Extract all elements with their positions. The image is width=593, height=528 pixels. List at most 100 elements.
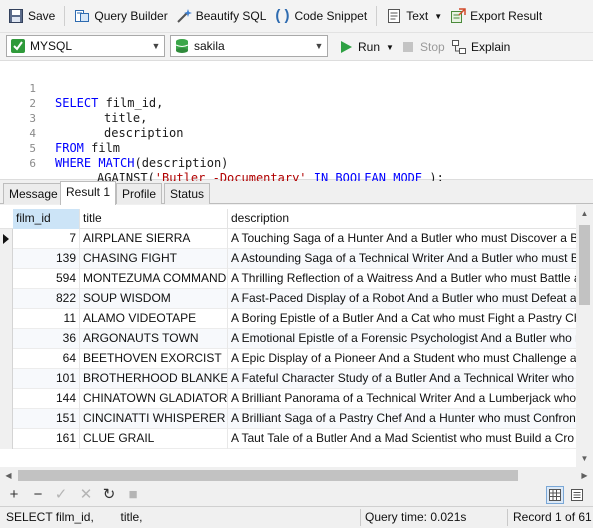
table-row[interactable]: 101 BROTHERHOOD BLANKET A Fateful Characte… [0,369,576,389]
grid-header: film_id title description [0,205,576,229]
cell-film-id[interactable]: 7 [13,229,80,249]
table-row[interactable]: 161 CLUE GRAIL A Taut Tale of a Butler And… [0,429,576,449]
query-builder-button[interactable]: Query Builder [70,4,171,28]
cell-title[interactable]: MONTEZUMA COMMAND [80,269,228,289]
connection-icon [10,38,26,54]
table-row[interactable]: 144 CHINATOWN GLADIATOR A Brilliant Panora… [0,389,576,409]
cell-title[interactable]: ARGONAUTS TOWN [80,329,228,349]
cell-title[interactable]: AIRPLANE SIERRA [80,229,228,249]
cell-title[interactable]: BROTHERHOOD BLANKET [80,369,228,389]
column-header-title[interactable]: title [80,209,228,229]
text-document-icon [386,8,402,24]
cell-description[interactable]: A Emotional Epistle of a Forensic Psycho… [228,329,576,349]
cell-description[interactable]: A Astounding Saga of a Technical Writer … [228,249,576,269]
cell-title[interactable]: CLUE GRAIL [80,429,228,449]
cell-film-id[interactable]: 36 [13,329,80,349]
vertical-scroll-thumb[interactable] [579,225,590,305]
cell-description[interactable]: A Thrilling Reflection of a Waitress And… [228,269,576,289]
row-indicator[interactable] [0,409,13,429]
add-record-icon[interactable]: + [6,487,22,503]
cell-film-id[interactable]: 151 [13,409,80,429]
row-indicator[interactable] [0,329,13,349]
form-view-button[interactable] [568,486,586,504]
table-row[interactable]: 36 ARGONAUTS TOWN A Emotional Epistle of a… [0,329,576,349]
cell-description[interactable]: A Brilliant Saga of a Pastry Chef And a … [228,409,576,429]
run-button[interactable]: Run ▼ [334,35,398,59]
cell-film-id[interactable]: 594 [13,269,80,289]
refresh-icon[interactable]: ↻ [101,487,117,503]
table-row[interactable]: 7 AIRPLANE SIERRA A Touching Saga of a Hun… [0,229,576,249]
navicat-query-window: Save Query Builder Beautify SQL ( ) Code… [0,0,593,528]
table-row[interactable]: 151 CINCINATTI WHISPERER A Brilliant Saga … [0,409,576,429]
cell-film-id[interactable]: 139 [13,249,80,269]
discard-changes-icon[interactable]: ✕ [78,487,94,503]
column-header-description[interactable]: description [228,209,576,229]
column-header-film-id[interactable]: film_id [13,209,80,229]
cell-film-id[interactable]: 11 [13,309,80,329]
cell-film-id[interactable]: 161 [13,429,80,449]
cell-title[interactable]: ALAMO VIDEOTAPE [80,309,228,329]
save-button[interactable]: Save [4,4,59,28]
cell-description[interactable]: A Boring Epistle of a Butler And a Cat w… [228,309,576,329]
cell-description[interactable]: A Fast-Paced Display of a Robot And a Bu… [228,289,576,309]
tab-message[interactable]: Message [3,183,64,204]
table-row[interactable]: 64 BEETHOVEN EXORCIST A Epic Display of a … [0,349,576,369]
database-select[interactable]: sakila ▼ [170,35,328,57]
cell-description[interactable]: A Fateful Character Study of a Butler An… [228,369,576,389]
table-row[interactable]: 11 ALAMO VIDEOTAPE A Boring Epistle of a B… [0,309,576,329]
scroll-left-icon[interactable]: ◀ [0,467,17,484]
horizontal-scroll-thumb[interactable] [18,470,518,481]
stop-icon [400,39,416,55]
sql-editor[interactable]: 1 SELECT film_id, 2 title, 3 description… [0,60,593,185]
row-indicator[interactable] [0,289,13,309]
result-grid[interactable]: film_id title description 7 AIRPLANE SIER… [0,205,576,467]
cell-film-id[interactable]: 64 [13,349,80,369]
cell-title[interactable]: CINCINATTI WHISPERER [80,409,228,429]
scroll-down-icon[interactable]: ▼ [576,450,593,467]
cell-film-id[interactable]: 822 [13,289,80,309]
cell-film-id[interactable]: 101 [13,369,80,389]
scroll-right-icon[interactable]: ▶ [576,467,593,484]
row-indicator[interactable] [0,429,13,449]
cell-description[interactable]: A Taut Tale of a Butler And a Mad Scient… [228,429,576,449]
text-dropdown-button[interactable]: Text ▼ [382,4,446,28]
row-indicator[interactable] [0,249,13,269]
stop-query-icon[interactable]: ■ [125,487,141,503]
apply-changes-icon[interactable]: ✓ [53,487,69,503]
row-indicator[interactable] [0,349,13,369]
row-indicator[interactable] [0,269,13,289]
stop-label: Stop [420,40,445,54]
horizontal-scrollbar[interactable]: ◀ ▶ [0,467,593,484]
cell-film-id[interactable]: 144 [13,389,80,409]
row-indicator[interactable] [0,369,13,389]
table-row[interactable]: 139 CHASING FIGHT A Astounding Saga of a T… [0,249,576,269]
status-query-time: Query time: 0.021s [365,510,467,524]
cell-title[interactable]: CHINATOWN GLADIATOR [80,389,228,409]
row-indicator[interactable] [0,309,13,329]
delete-record-icon[interactable]: − [30,487,46,503]
cell-title[interactable]: SOUP WISDOM [80,289,228,309]
stop-button[interactable]: Stop [396,35,449,59]
cell-description[interactable]: A Epic Display of a Pioneer And a Studen… [228,349,576,369]
export-result-button[interactable]: Export Result [446,4,546,28]
grid-view-button[interactable] [546,486,564,504]
table-row[interactable]: 822 SOUP WISDOM A Fast-Paced Display of a … [0,289,576,309]
table-row[interactable]: 594 MONTEZUMA COMMAND A Thrilling Reflecti… [0,269,576,289]
cell-description[interactable]: A Brilliant Panorama of a Technical Writ… [228,389,576,409]
scroll-up-icon[interactable]: ▲ [576,205,593,222]
vertical-scrollbar[interactable]: ▲ ▼ [576,205,593,467]
tab-profile[interactable]: Profile [116,183,163,204]
tab-result-1[interactable]: Result 1 [60,181,117,205]
beautify-sql-button[interactable]: Beautify SQL [172,4,271,28]
cell-description[interactable]: A Touching Saga of a Hunter And a Butler… [228,229,576,249]
editor-line: 5 WHERE MATCH(description) [0,126,228,170]
cell-title[interactable]: BEETHOVEN EXORCIST [80,349,228,369]
tab-status[interactable]: Status [164,183,211,204]
cell-title[interactable]: CHASING FIGHT [80,249,228,269]
row-indicator[interactable] [0,389,13,409]
explain-button[interactable]: Explain [447,35,514,59]
code-snippet-button[interactable]: ( ) Code Snippet [270,4,371,28]
save-icon [8,8,24,24]
connection-select[interactable]: MYSQL ▼ [6,35,165,57]
row-indicator[interactable] [0,229,13,249]
